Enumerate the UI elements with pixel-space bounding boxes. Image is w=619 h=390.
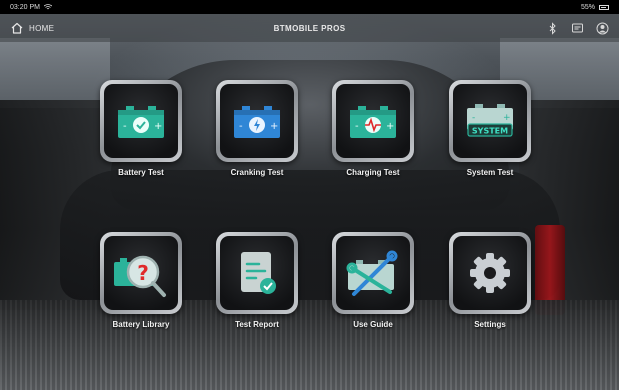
svg-text:-: - [355,121,359,132]
tile-frame: - + [332,80,414,162]
message-icon[interactable] [571,22,584,35]
status-bar: 03:20 PM 55% [0,0,619,14]
system-icon-text: SYSTEM [472,127,508,136]
tile-charging-test[interactable]: - + Charging Test [323,80,423,177]
tile-use-guide[interactable]: Use Guide [323,232,423,329]
svg-text:?: ? [137,261,149,285]
tile-system-test[interactable]: - + SYSTEM System Test [440,80,540,177]
bluetooth-icon[interactable] [546,21,559,35]
battery-system-icon: - + SYSTEM [467,104,513,137]
tile-label: System Test [466,168,514,177]
tile-icon-area [336,236,410,310]
tile-frame: - + SYSTEM [449,80,531,162]
svg-text:-: - [123,121,127,132]
battery-percent: 55% [580,3,595,11]
battery-magnifier-icon: ? [114,255,166,297]
tile-icon-area: - + SYSTEM [453,84,527,158]
tile-settings[interactable]: Settings [440,232,540,329]
home-icon [11,22,23,34]
svg-text:+: + [503,113,511,123]
svg-text:-: - [472,113,475,123]
account-icon[interactable] [596,22,609,35]
tile-frame [449,232,531,314]
tile-icon-area: ? [104,236,178,310]
tile-label: Battery Library [112,320,170,329]
battery-tools-icon [346,250,398,296]
tile-label: Cranking Test [230,168,284,177]
tile-frame [216,232,298,314]
svg-text:+: + [386,121,394,132]
battery-check-icon: - + [118,106,164,138]
tile-icon-area: - + [336,84,410,158]
tile-label: Test Report [235,320,279,329]
tile-battery-library[interactable]: ? Battery Library [91,232,191,329]
tile-frame: ? [100,232,182,314]
tile-label: Use Guide [353,320,393,329]
home-screen: 03:20 PM 55% HOME BTMOBILE PROS - + Batt… [0,0,619,390]
svg-text:+: + [270,121,278,132]
tile-test-report[interactable]: Test Report [207,232,307,329]
tile-label: Charging Test [346,168,400,177]
nav-actions [546,21,609,35]
tile-frame: - + [100,80,182,162]
tile-battery-test[interactable]: - + Battery Test [91,80,191,177]
report-icon [241,252,276,294]
status-time: 03:20 PM [10,3,40,11]
wifi-icon [43,4,52,10]
battery-lightning-icon: - + [234,106,280,138]
tile-icon-area [453,236,527,310]
home-button[interactable]: HOME [10,21,54,35]
gear-icon [470,253,510,293]
tile-cranking-test[interactable]: - + Cranking Test [207,80,307,177]
home-label: HOME [29,23,55,33]
battery-pulse-icon: - + [350,106,396,138]
app-title: BTMOBILE PROS [273,23,346,33]
svg-text:+: + [154,121,162,132]
tile-frame: - + [216,80,298,162]
status-left: 03:20 PM [10,4,52,11]
status-right: 55% [581,4,609,11]
tile-icon-area: - + [220,84,294,158]
nav-bar: HOME BTMOBILE PROS [0,14,619,42]
tile-label: Battery Test [118,168,164,177]
battery-status-icon [599,4,609,10]
svg-text:-: - [239,121,243,132]
tile-label: Settings [474,320,506,329]
tile-icon-area: - + [104,84,178,158]
tile-frame [332,232,414,314]
tile-icon-area [220,236,294,310]
